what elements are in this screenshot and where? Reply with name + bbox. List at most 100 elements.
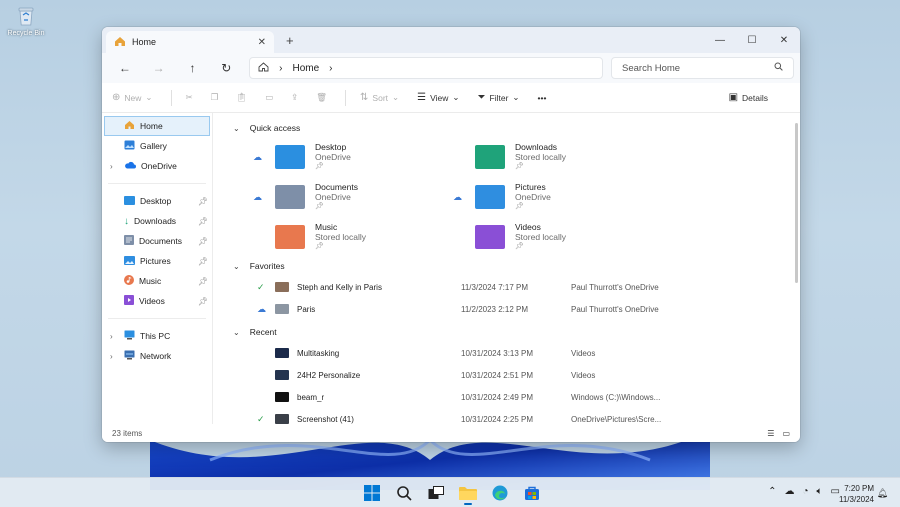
chevron-right-icon[interactable]: ›	[110, 332, 113, 341]
refresh-button[interactable]: ↻	[209, 56, 243, 80]
delete-icon[interactable]: 🗑︎	[316, 92, 327, 103]
minimize-button[interactable]: —	[704, 27, 736, 53]
chevron-right-icon[interactable]: ›	[110, 352, 113, 361]
tiles-view-icon[interactable]: ▭	[782, 429, 790, 438]
copy-icon[interactable]: ❐	[211, 92, 219, 103]
sidebar-item-downloads[interactable]: ↓ Downloads 📌︎	[102, 211, 212, 231]
volume-icon[interactable]: 🔈︎	[817, 486, 823, 497]
quick-access-item-documents[interactable]: ☁ Documents OneDrive 📌︎	[253, 178, 453, 216]
notification-bell-icon[interactable]: 🔔︎	[877, 488, 888, 499]
details-button[interactable]: ▣ Details	[729, 92, 768, 103]
sidebar-item-desktop[interactable]: Desktop 📌︎	[102, 191, 212, 211]
cloud-status-icon: ☁	[453, 192, 462, 202]
documents-icon	[124, 235, 134, 247]
more-button[interactable]: •••	[538, 93, 547, 103]
sidebar-item-music[interactable]: Music 📌︎	[102, 271, 212, 291]
address-bar[interactable]: › Home ›	[249, 57, 603, 79]
sidebar-item-videos[interactable]: Videos 📌︎	[102, 291, 212, 311]
table-row[interactable]: Multitasking 10/31/2024 3:13 PM Videos	[233, 342, 800, 364]
quick-access-item-downloads[interactable]: Downloads Stored locally 📌︎	[453, 138, 653, 176]
paste-icon[interactable]: 📋︎	[236, 92, 247, 103]
recycle-bin[interactable]: Recycle Bin	[6, 4, 46, 37]
command-bar: ⊕ New ⌄ ✂ ❐ 📋︎ ▭ ⇪ 🗑︎ ⇅ Sort ⌄ ☰ View ⌄ …	[102, 83, 800, 113]
back-button[interactable]: ←	[108, 56, 142, 80]
view-icon: ☰	[417, 92, 427, 103]
music-folder-icon	[275, 225, 305, 249]
desktop-folder-icon	[275, 145, 305, 169]
pin-icon: 📌︎	[515, 163, 524, 170]
section-favorites[interactable]: ⌄ Favorites	[233, 256, 800, 276]
quick-access-item-videos[interactable]: Videos Stored locally 📌︎	[453, 218, 653, 256]
folder-icon	[459, 487, 477, 500]
chevron-right-icon[interactable]: ›	[110, 162, 113, 171]
table-row[interactable]: beam_r 10/31/2024 2:49 PM Windows (C:)\W…	[233, 386, 800, 408]
quick-access-item-desktop[interactable]: ☁ Desktop OneDrive 📌︎	[253, 138, 453, 176]
chevron-right-icon[interactable]: ›	[329, 63, 332, 74]
sidebar-item-documents[interactable]: Documents 📌︎	[102, 231, 212, 251]
chevron-down-icon: ⌄	[452, 92, 460, 102]
edge-button[interactable]	[488, 481, 512, 505]
details-pane-icon: ▣	[728, 92, 739, 103]
sidebar-item-pictures[interactable]: Pictures 📌︎	[102, 251, 212, 271]
music-icon	[124, 275, 134, 287]
pin-icon: 📌︎	[197, 296, 208, 306]
new-button[interactable]: ⊕ New ⌄	[112, 92, 153, 103]
details-view-icon[interactable]: ☰	[767, 429, 774, 438]
onedrive-cloud-icon	[124, 161, 136, 171]
quick-access-grid: ☁ Desktop OneDrive 📌︎ Downloads Stored loca…	[253, 138, 800, 256]
search-input[interactable]: Search Home	[611, 57, 794, 79]
table-row[interactable]: 24H2 Personalize 10/31/2024 2:51 PM Vide…	[233, 364, 800, 386]
taskbar: ⌃ ☁ ◔ 🔈︎ ▭ 7:20 PM 11/3/2024 🔔︎	[0, 477, 900, 507]
view-button[interactable]: ☰ View ⌄	[417, 92, 459, 103]
table-row[interactable]: ☁ Paris 11/2/2023 2:12 PM Paul Thurrott'…	[233, 298, 800, 320]
synced-check-icon: ✓	[257, 281, 265, 292]
navigation-pane: Home Gallery › OneDrive Desktop 📌︎ ↓ Dow…	[102, 113, 213, 424]
close-button[interactable]: ✕	[768, 27, 800, 53]
recycle-bin-icon	[14, 4, 38, 28]
clock-time: 7:20 PM	[844, 484, 874, 493]
sidebar-item-home[interactable]: Home	[104, 116, 210, 136]
file-explorer-taskbar-button[interactable]	[456, 481, 480, 505]
up-button[interactable]: ↑	[176, 56, 210, 80]
search-button[interactable]	[392, 481, 416, 505]
vertical-scrollbar[interactable]	[795, 123, 798, 283]
table-row[interactable]: ✓ Steph and Kelly in Paris 11/3/2024 7:1…	[233, 276, 800, 298]
section-quick-access[interactable]: ⌄ Quick access	[233, 118, 800, 138]
videos-icon	[124, 295, 134, 307]
quick-access-item-pictures[interactable]: ☁ Pictures OneDrive 📌︎	[453, 178, 653, 216]
share-icon[interactable]: ⇪	[291, 92, 298, 103]
system-clock[interactable]: 7:20 PM 11/3/2024	[839, 483, 874, 505]
task-view-button[interactable]	[424, 481, 448, 505]
filter-button[interactable]: ⏷ Filter ⌄	[478, 92, 520, 103]
quick-access-item-music[interactable]: Music Stored locally 📌︎	[253, 218, 453, 256]
title-bar: Home ✕ + — ☐ ✕	[102, 27, 800, 53]
table-row[interactable]: ✓ Screenshot (41) 10/31/2024 2:25 PM One…	[233, 408, 800, 424]
forward-button[interactable]: →	[142, 56, 176, 80]
cloud-status-icon: ☁	[253, 152, 262, 162]
tab-home[interactable]: Home ✕	[106, 31, 274, 53]
sidebar-item-network[interactable]: › Network	[102, 346, 212, 366]
chevron-up-icon[interactable]: ⌃	[768, 486, 776, 497]
sort-button[interactable]: ⇅ Sort ⌄	[360, 92, 399, 103]
section-recent[interactable]: ⌄ Recent	[233, 322, 800, 342]
maximize-button[interactable]: ☐	[736, 27, 768, 53]
cut-icon[interactable]: ✂	[186, 92, 193, 103]
home-icon	[258, 61, 269, 75]
sidebar-item-this-pc[interactable]: › This PC	[102, 326, 212, 346]
rename-icon[interactable]: ▭	[265, 92, 273, 103]
breadcrumb-home[interactable]: Home	[292, 63, 319, 74]
status-bar: 23 items ☰ ▭	[102, 424, 800, 442]
store-button[interactable]	[520, 481, 544, 505]
wifi-icon[interactable]: ◔	[803, 486, 809, 497]
cloud-status-icon: ☁	[253, 192, 262, 202]
tab-close-button[interactable]: ✕	[258, 37, 266, 48]
sidebar-item-onedrive[interactable]: › OneDrive	[102, 156, 212, 176]
synced-check-icon: ✓	[257, 413, 265, 424]
new-tab-button[interactable]: +	[286, 33, 294, 48]
pin-icon: 📌︎	[315, 163, 324, 170]
onedrive-cloud-icon[interactable]: ☁	[785, 486, 795, 497]
video-thumbnail	[275, 348, 289, 358]
gallery-icon	[124, 140, 135, 152]
sidebar-item-gallery[interactable]: Gallery	[102, 136, 212, 156]
start-button[interactable]	[360, 481, 384, 505]
